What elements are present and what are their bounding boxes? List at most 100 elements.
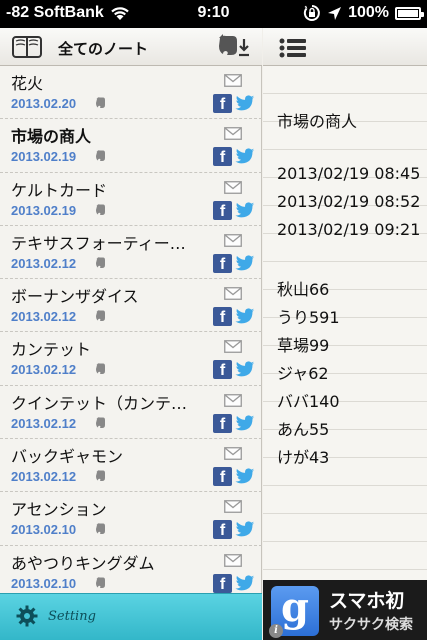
facebook-icon[interactable]: f bbox=[213, 360, 232, 380]
evernote-icon bbox=[96, 310, 105, 322]
twitter-icon[interactable] bbox=[235, 148, 255, 165]
note-title: アセンション bbox=[11, 500, 107, 520]
settings-label: Setting bbox=[48, 609, 96, 624]
facebook-icon[interactable]: f bbox=[213, 573, 232, 593]
facebook-icon[interactable]: f bbox=[213, 467, 232, 487]
mail-icon[interactable] bbox=[224, 447, 242, 460]
mail-icon[interactable] bbox=[224, 553, 242, 567]
note-title: クインテット（カンテ… bbox=[11, 393, 188, 413]
detail-header bbox=[263, 28, 427, 66]
note-list-item[interactable]: バックギャモン 2013.02.12 f bbox=[0, 439, 262, 493]
ad-subline: サクサク検索 bbox=[329, 617, 413, 633]
note-list-item[interactable]: クインテット（カンテ… 2013.02.12 f bbox=[0, 386, 262, 440]
note-list-item[interactable]: あやつりキングダム 2013.02.10 f bbox=[0, 546, 262, 599]
ad-headline: スマホ初 bbox=[329, 590, 405, 612]
status-right: 100% bbox=[303, 4, 424, 22]
note-list-item[interactable]: ボーナンザダイス 2013.02.12 f bbox=[0, 279, 262, 333]
notes-header: 全てのノート bbox=[0, 28, 262, 66]
mail-icon[interactable] bbox=[224, 180, 242, 194]
twitter-icon[interactable] bbox=[235, 308, 255, 325]
twitter-icon[interactable] bbox=[235, 468, 255, 485]
facebook-icon[interactable]: f bbox=[213, 94, 232, 113]
facebook-icon[interactable]: f bbox=[213, 253, 232, 273]
battery-icon bbox=[395, 6, 424, 20]
detail-entry: けが43 bbox=[277, 448, 330, 467]
rotation-lock-icon bbox=[303, 5, 320, 21]
twitter-icon[interactable] bbox=[235, 575, 255, 592]
detail-entry: 秋山66 bbox=[277, 280, 330, 299]
mail-icon[interactable] bbox=[224, 340, 242, 354]
evernote-icon bbox=[96, 203, 105, 215]
info-icon[interactable]: i bbox=[269, 624, 283, 638]
note-date: 2013.02.19 bbox=[11, 202, 77, 218]
detail-entry: 草場99 bbox=[277, 336, 330, 355]
mail-icon[interactable] bbox=[224, 233, 242, 247]
note-list-item[interactable]: 花火 2013.02.20 f bbox=[0, 66, 262, 120]
mail-icon[interactable] bbox=[224, 287, 242, 301]
note-list-item[interactable]: ケルトカード 2013.02.19 f bbox=[0, 173, 262, 226]
mail-icon[interactable] bbox=[224, 393, 242, 407]
note-date: 2013.02.12 bbox=[11, 415, 77, 431]
detail-entry: ジャ62 bbox=[277, 364, 329, 383]
note-date: 2013.02.12 bbox=[11, 309, 77, 325]
note-list-item[interactable]: 市場の商人 2013.02.19 f bbox=[0, 119, 262, 173]
note-list-item[interactable]: テキサスフォーティー… 2013.02.12 f bbox=[0, 226, 262, 280]
detail-entry: ババ140 bbox=[277, 392, 340, 411]
notebook-icon[interactable] bbox=[12, 36, 42, 58]
mail-icon[interactable] bbox=[224, 500, 242, 514]
note-date: 2013.02.20 bbox=[11, 96, 77, 111]
battery-fill bbox=[398, 9, 418, 17]
evernote-icon bbox=[96, 470, 105, 482]
note-date: 2013.02.19 bbox=[11, 149, 77, 165]
detail-title: 市場の商人 bbox=[277, 112, 358, 131]
facebook-icon[interactable]: f bbox=[213, 200, 232, 220]
notes-title: 全てのノート bbox=[58, 40, 149, 58]
twitter-icon[interactable] bbox=[235, 361, 255, 378]
evernote-icon bbox=[96, 150, 105, 162]
twitter-icon[interactable] bbox=[235, 415, 255, 432]
note-list-item[interactable]: カンテット 2013.02.12 f bbox=[0, 332, 262, 386]
note-date: 2013.02.10 bbox=[11, 575, 77, 591]
list-menu-icon[interactable] bbox=[279, 37, 307, 59]
facebook-icon[interactable]: f bbox=[213, 147, 232, 167]
note-title: 花火 bbox=[11, 74, 44, 93]
ad-banner[interactable]: g スマホ初 サクサク検索 i bbox=[263, 580, 427, 640]
gear-icon bbox=[16, 605, 38, 627]
note-title: ケルトカード bbox=[11, 180, 108, 200]
note-title: テキサスフォーティー… bbox=[11, 233, 186, 253]
settings-button[interactable]: Setting bbox=[0, 593, 262, 640]
note-title: 市場の商人 bbox=[11, 127, 92, 147]
detail-entry: あん55 bbox=[277, 420, 330, 439]
note-date: 2013.02.12 bbox=[11, 469, 77, 485]
battery-percent: 100% bbox=[348, 4, 389, 21]
evernote-download-icon[interactable] bbox=[216, 33, 252, 61]
twitter-icon[interactable] bbox=[235, 95, 255, 112]
twitter-icon[interactable] bbox=[235, 255, 255, 272]
note-list-item[interactable]: アセンション 2013.02.10 f bbox=[0, 492, 262, 546]
facebook-icon[interactable]: f bbox=[213, 520, 232, 540]
mail-icon[interactable] bbox=[224, 74, 242, 87]
location-arrow-icon bbox=[328, 6, 342, 20]
detail-entry: うり591 bbox=[277, 308, 340, 327]
facebook-icon[interactable]: f bbox=[213, 413, 232, 433]
evernote-icon bbox=[96, 416, 105, 428]
facebook-icon[interactable]: f bbox=[213, 307, 232, 327]
note-title: ボーナンザダイス bbox=[11, 287, 139, 307]
note-date: 2013.02.10 bbox=[11, 522, 77, 538]
note-title: あやつりキングダム bbox=[11, 553, 155, 573]
twitter-icon[interactable] bbox=[235, 201, 255, 219]
note-title: バックギャモン bbox=[11, 447, 124, 467]
evernote-icon bbox=[96, 97, 105, 108]
evernote-icon bbox=[96, 363, 105, 375]
twitter-icon[interactable] bbox=[235, 521, 255, 538]
evernote-icon bbox=[96, 576, 105, 588]
detail-body[interactable]: 市場の商人 2013/02/19 08:45 2013/02/19 08:52 … bbox=[263, 66, 427, 606]
note-detail-pane: 市場の商人 2013/02/19 08:45 2013/02/19 08:52 … bbox=[263, 28, 427, 640]
notes-pane: 全てのノート 花火 2013.02.20 f 市場の商人 2013.02.19 bbox=[0, 28, 262, 640]
note-title: カンテット bbox=[11, 340, 92, 360]
mail-icon[interactable] bbox=[224, 127, 242, 141]
evernote-icon bbox=[96, 523, 105, 535]
detail-timestamp: 2013/02/19 09:21 bbox=[277, 220, 421, 239]
detail-timestamp: 2013/02/19 08:45 bbox=[277, 164, 421, 183]
note-date: 2013.02.12 bbox=[11, 255, 77, 271]
